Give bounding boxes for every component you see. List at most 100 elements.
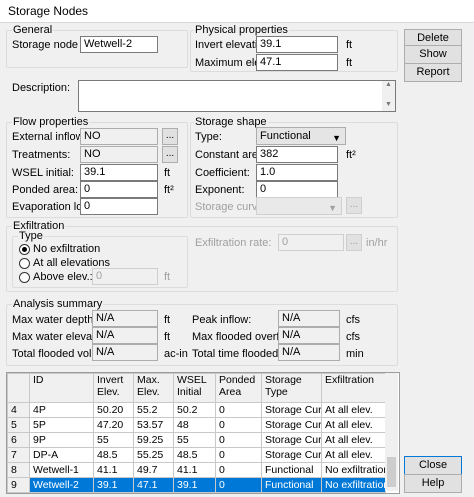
table-cell[interactable]: 0 bbox=[215, 417, 262, 433]
table-cell[interactable]: 47.1 bbox=[133, 477, 174, 493]
table-cell[interactable]: No exfiltration bbox=[321, 477, 386, 493]
max-water-depth-unit: ft bbox=[164, 314, 171, 326]
table-cell[interactable]: 55 bbox=[173, 432, 216, 448]
storage-node-id-input[interactable]: Wetwell-2 bbox=[80, 36, 158, 53]
above-elevation-radio[interactable] bbox=[19, 272, 30, 283]
table-cell[interactable]: 48.5 bbox=[173, 447, 216, 463]
table-cell[interactable]: Functional bbox=[261, 462, 322, 478]
evaporation-loss-input[interactable]: 0 bbox=[80, 198, 158, 215]
table-cell[interactable]: 0 bbox=[215, 432, 262, 448]
table-cell[interactable]: 53.57 bbox=[133, 417, 174, 433]
invert-elevation-input[interactable]: 39.1 bbox=[256, 36, 338, 53]
table-cell[interactable]: 50.2 bbox=[173, 402, 216, 418]
table-header-cell[interactable] bbox=[7, 373, 30, 403]
storage-curve-select[interactable]: ▼ bbox=[256, 197, 342, 215]
table-cell[interactable]: 48.5 bbox=[93, 447, 134, 463]
external-inflows-button[interactable]: ... bbox=[162, 128, 178, 145]
scroll-up-icon[interactable]: ▲ bbox=[385, 81, 392, 88]
table-cell[interactable]: 48 bbox=[173, 417, 216, 433]
table-cell[interactable]: Storage Curve bbox=[261, 417, 322, 433]
table-cell[interactable]: Wetwell-2 bbox=[29, 477, 94, 493]
table-row[interactable]: 8 Wetwell-1 41.1 49.7 41.1 0 Functional No exfi… bbox=[7, 462, 386, 478]
exfiltration-rate-input[interactable]: 0 bbox=[278, 234, 344, 251]
table-row[interactable]: 55P47.2053.57480Storage CurveAt all elev… bbox=[7, 417, 386, 433]
constant-area-input[interactable]: 382 bbox=[256, 146, 338, 163]
table-header-cell[interactable]: WSEL Initial bbox=[173, 373, 216, 403]
table-cell[interactable]: 9P bbox=[29, 432, 94, 448]
table-cell[interactable]: 0 bbox=[215, 462, 262, 478]
table-row[interactable]: 9 Wetwell-2 39.1 47.1 39.1 0 Functional No exfi… bbox=[7, 477, 386, 493]
table-header-cell[interactable]: Max. Elev. bbox=[133, 373, 174, 403]
help-button[interactable]: Help bbox=[404, 474, 462, 493]
table-cell[interactable]: At all elev. bbox=[321, 402, 386, 418]
table-cell[interactable]: 0 bbox=[215, 447, 262, 463]
coefficient-input[interactable]: 1.0 bbox=[256, 164, 338, 181]
table-header-cell[interactable]: Exfiltration bbox=[321, 373, 386, 403]
table-cell[interactable]: Storage Curve bbox=[261, 447, 322, 463]
close-button[interactable]: Close bbox=[404, 456, 462, 475]
row-number-cell[interactable]: 5 bbox=[7, 417, 30, 433]
row-number-cell[interactable]: 6 bbox=[7, 432, 30, 448]
row-number-cell[interactable]: 9 bbox=[7, 477, 30, 493]
no-exfiltration-label[interactable]: No exfiltration bbox=[33, 243, 100, 256]
above-elevation-label[interactable]: Above elev.: bbox=[33, 271, 93, 284]
no-exfiltration-radio[interactable] bbox=[19, 244, 30, 255]
above-elevation-input[interactable]: 0 bbox=[92, 268, 158, 285]
table-row[interactable]: 44P50.2055.250.20Storage CurveAt all ele… bbox=[7, 402, 386, 418]
table-header-cell[interactable]: Storage Type bbox=[261, 373, 322, 403]
table-cell[interactable]: DP-A bbox=[29, 447, 94, 463]
table-header-cell[interactable]: Ponded Area bbox=[215, 373, 262, 403]
external-inflows-field: NO bbox=[80, 128, 158, 145]
table-cell[interactable]: 47.20 bbox=[93, 417, 134, 433]
table-scrollbar[interactable] bbox=[385, 373, 398, 491]
table-cell[interactable]: 39.1 bbox=[93, 477, 134, 493]
report-button[interactable]: Report bbox=[404, 63, 462, 82]
row-number-cell[interactable]: 4 bbox=[7, 402, 30, 418]
table-cell[interactable]: 59.25 bbox=[133, 432, 174, 448]
storage-curve-button[interactable]: ... bbox=[346, 197, 362, 214]
table-cell[interactable]: 41.1 bbox=[173, 462, 216, 478]
table-row[interactable]: 69P5559.25550Storage CurveAt all elev. bbox=[7, 432, 386, 448]
maximum-elevation-input[interactable]: 47.1 bbox=[256, 54, 338, 71]
table-cell[interactable]: 50.20 bbox=[93, 402, 134, 418]
scroll-down-icon[interactable]: ▼ bbox=[385, 101, 392, 108]
wsel-initial-input[interactable]: 39.1 bbox=[80, 164, 158, 181]
row-number-cell[interactable]: 8 bbox=[7, 462, 30, 478]
table-cell[interactable]: 41.1 bbox=[93, 462, 134, 478]
constant-area-unit: ft² bbox=[346, 149, 356, 161]
table-cell[interactable]: Wetwell-1 bbox=[29, 462, 94, 478]
analysis-summary-title: Analysis summary bbox=[12, 298, 104, 310]
ponded-area-input[interactable]: 0 bbox=[80, 181, 158, 198]
table-cell[interactable]: 55 bbox=[93, 432, 134, 448]
table-cell[interactable]: 5P bbox=[29, 417, 94, 433]
treatments-button[interactable]: ... bbox=[162, 146, 178, 163]
table-header-cell[interactable]: Invert Elev. bbox=[93, 373, 134, 403]
table-cell[interactable]: 4P bbox=[29, 402, 94, 418]
row-number-cell[interactable]: 7 bbox=[7, 447, 30, 463]
table-cell[interactable]: 55.25 bbox=[133, 447, 174, 463]
table-cell[interactable]: 55.2 bbox=[133, 402, 174, 418]
exponent-input[interactable]: 0 bbox=[256, 181, 338, 198]
table-cell[interactable]: At all elev. bbox=[321, 417, 386, 433]
description-textarea[interactable] bbox=[78, 80, 396, 112]
table-cell[interactable]: At all elev. bbox=[321, 447, 386, 463]
table-cell[interactable]: 0 bbox=[215, 477, 262, 493]
exfiltration-rate-button[interactable]: ... bbox=[346, 234, 362, 251]
table-cell[interactable]: At all elev. bbox=[321, 432, 386, 448]
table-row[interactable]: 7DP-A48.555.2548.50Storage CurveAt all e… bbox=[7, 447, 386, 463]
table-cell[interactable]: 0 bbox=[215, 402, 262, 418]
table-cell[interactable]: 39.1 bbox=[173, 477, 216, 493]
table-header-cell[interactable]: ID bbox=[29, 373, 94, 403]
shape-type-select[interactable]: Functional ▼ bbox=[256, 127, 346, 145]
table-cell[interactable]: Storage Curve bbox=[261, 402, 322, 418]
treatments-field: NO bbox=[80, 146, 158, 163]
table-cell[interactable]: Storage Curve bbox=[261, 432, 322, 448]
table-cell[interactable]: Functional bbox=[261, 477, 322, 493]
at-all-elevations-radio[interactable] bbox=[19, 258, 30, 269]
table-cell[interactable]: No exfiltration bbox=[321, 462, 386, 478]
title-bar: Storage Nodes bbox=[0, 0, 474, 23]
description-scrollbar[interactable]: ▲ ▼ bbox=[382, 81, 395, 111]
show-button[interactable]: Show bbox=[404, 45, 462, 64]
table-scrollbar-thumb[interactable] bbox=[387, 457, 396, 487]
table-cell[interactable]: 49.7 bbox=[133, 462, 174, 478]
